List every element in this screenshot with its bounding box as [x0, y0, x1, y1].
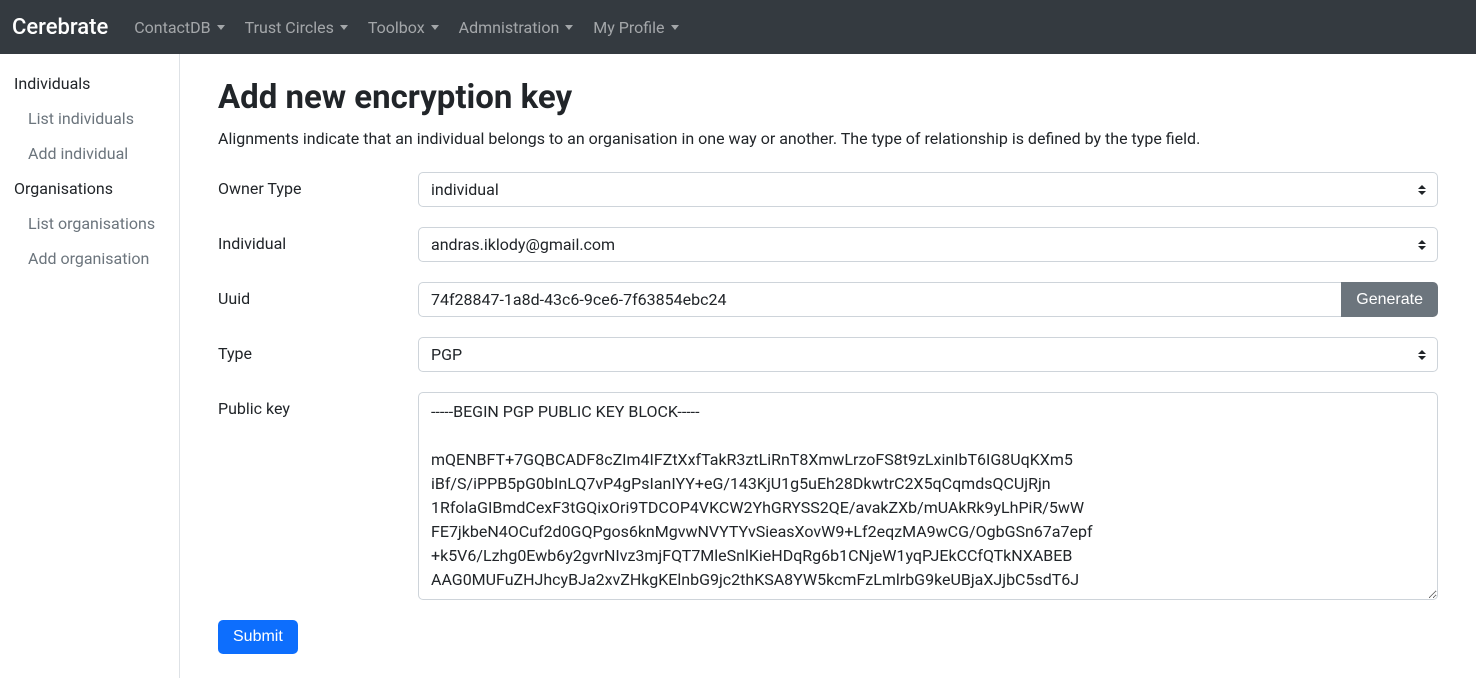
submit-button[interactable]: Submit: [218, 620, 298, 654]
nav-administration[interactable]: Admnistration: [449, 10, 584, 45]
individual-select[interactable]: andras.iklody@gmail.com: [418, 227, 1438, 262]
sidebar-item-list-individuals[interactable]: List individuals: [0, 101, 179, 136]
chevron-down-icon: [217, 25, 225, 30]
top-navbar: Cerebrate ContactDB Trust Circles Toolbo…: [0, 0, 1476, 54]
type-select[interactable]: PGP: [418, 337, 1438, 372]
uuid-input[interactable]: [418, 282, 1342, 317]
chevron-down-icon: [431, 25, 439, 30]
uuid-label: Uuid: [218, 282, 418, 308]
chevron-down-icon: [671, 25, 679, 30]
sidebar-header-individuals[interactable]: Individuals: [0, 66, 179, 101]
nav-contactdb[interactable]: ContactDB: [124, 10, 234, 45]
sidebar-item-list-organisations[interactable]: List organisations: [0, 206, 179, 241]
owner-type-select[interactable]: individual: [418, 172, 1438, 207]
main-content: Add new encryption key Alignments indica…: [180, 54, 1476, 678]
sidebar-header-organisations[interactable]: Organisations: [0, 171, 179, 206]
chevron-down-icon: [565, 25, 573, 30]
page-subtitle: Alignments indicate that an individual b…: [218, 129, 1438, 148]
page-title: Add new encryption key: [218, 78, 1438, 117]
nav-my-profile[interactable]: My Profile: [583, 10, 688, 45]
sidebar-item-add-individual[interactable]: Add individual: [0, 136, 179, 171]
generate-button[interactable]: Generate: [1341, 282, 1438, 317]
public-key-label: Public key: [218, 392, 418, 418]
owner-type-label: Owner Type: [218, 172, 418, 198]
chevron-down-icon: [340, 25, 348, 30]
sidebar: Individuals List individuals Add individ…: [0, 54, 180, 678]
brand-logo[interactable]: Cerebrate: [12, 7, 108, 48]
nav-toolbox[interactable]: Toolbox: [358, 10, 449, 45]
public-key-textarea[interactable]: [418, 392, 1438, 600]
type-label: Type: [218, 337, 418, 363]
nav-trust-circles[interactable]: Trust Circles: [235, 10, 358, 45]
sidebar-item-add-organisation[interactable]: Add organisation: [0, 241, 179, 276]
individual-label: Individual: [218, 227, 418, 253]
